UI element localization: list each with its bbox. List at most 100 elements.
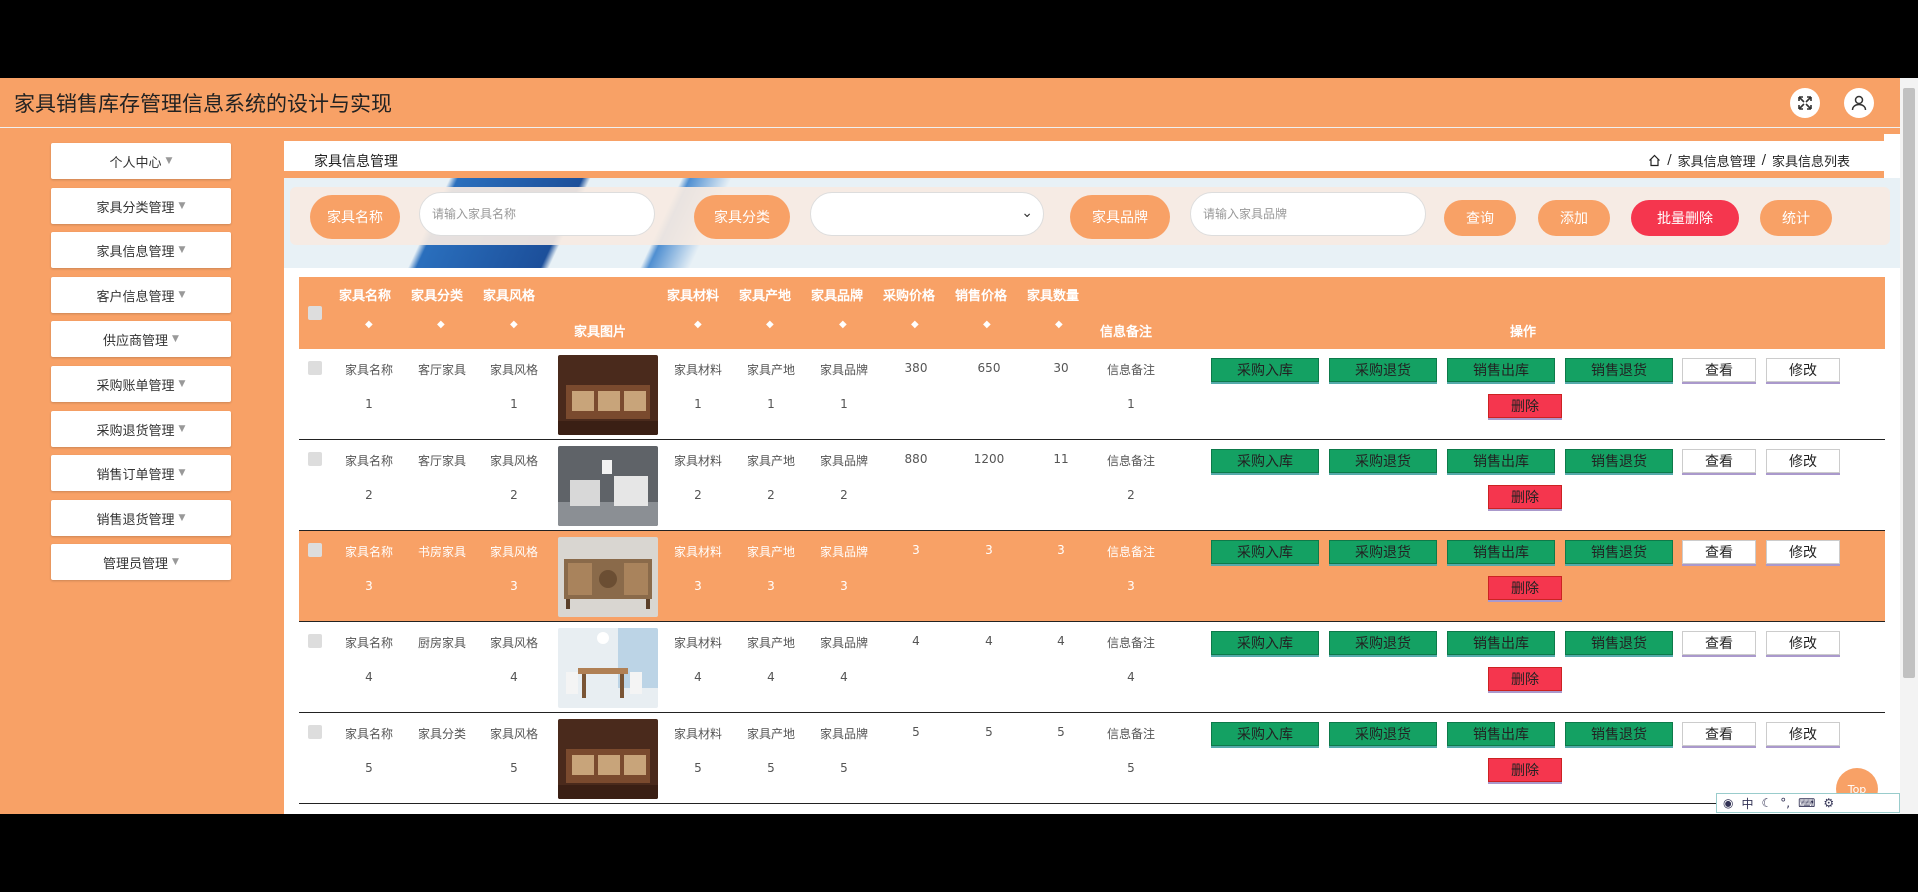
purchase-return-button[interactable]: 采购退货 <box>1329 631 1437 655</box>
breadcrumb: / 家具信息管理 / 家具信息列表 <box>1648 151 1850 170</box>
home-icon[interactable] <box>1648 154 1661 167</box>
purchase-return-button[interactable]: 采购退货 <box>1329 358 1437 382</box>
purchase-in-button[interactable]: 采购入库 <box>1211 358 1319 382</box>
cell-category: 家具分类 <box>417 727 466 741</box>
sort-icon[interactable]: ◆ <box>1055 319 1063 330</box>
chevron-down-icon: ▼ <box>165 156 173 166</box>
cell-brand: 3 <box>840 579 848 593</box>
sort-icon[interactable]: ◆ <box>510 319 518 330</box>
sale-out-button[interactable]: 销售出库 <box>1447 722 1555 746</box>
sale-return-button[interactable]: 销售退货 <box>1565 631 1673 655</box>
view-button[interactable]: 查看 <box>1682 449 1756 473</box>
add-button[interactable]: 添加 <box>1538 200 1610 236</box>
sidebar-item-supplier-management[interactable]: 供应商管理 ▼ <box>51 321 231 357</box>
cell-name: 家具名称 <box>344 545 393 559</box>
sale-return-button[interactable]: 销售退货 <box>1565 540 1673 564</box>
sale-out-button[interactable]: 销售出库 <box>1447 540 1555 564</box>
sale-return-button[interactable]: 销售退货 <box>1565 358 1673 382</box>
sale-out-button[interactable]: 销售出库 <box>1447 631 1555 655</box>
name-search-input[interactable] <box>419 192 655 236</box>
purchase-in-button[interactable]: 采购入库 <box>1211 540 1319 564</box>
table-row: 家具名称 1 客厅家具 家具风格 1 家具材料 1 家具产地 1 家具品牌 1 … <box>299 349 1885 440</box>
header-brand: 家具品牌 <box>811 289 864 304</box>
sidebar-item-furniture-management[interactable]: 家具信息管理 ▼ <box>51 232 231 268</box>
sidebar-item-personal-center[interactable]: 个人中心 ▼ <box>51 143 231 179</box>
fullscreen-button[interactable] <box>1790 88 1820 118</box>
settings-icon[interactable]: ⚙ <box>1823 796 1834 810</box>
edit-button[interactable]: 修改 <box>1766 631 1840 655</box>
cell-material: 2 <box>694 488 702 502</box>
row-checkbox[interactable] <box>308 452 322 466</box>
sidebar-item-purchase-bill-management[interactable]: 采购账单管理 ▼ <box>51 366 231 402</box>
brand-search-input[interactable] <box>1190 192 1426 236</box>
purchase-return-button[interactable]: 采购退货 <box>1329 449 1437 473</box>
cell-sale-price: 3 <box>985 543 993 557</box>
keyboard-icon[interactable]: ⌨ <box>1798 796 1815 810</box>
edit-button[interactable]: 修改 <box>1766 449 1840 473</box>
user-button[interactable] <box>1844 88 1874 118</box>
edit-button[interactable]: 修改 <box>1766 540 1840 564</box>
header-purchase-price: 采购价格 <box>883 289 936 304</box>
cell-style: 3 <box>510 579 518 593</box>
row-checkbox[interactable] <box>308 634 322 648</box>
sidebar-item-admin-management[interactable]: 管理员管理 ▼ <box>51 544 231 580</box>
ime-mode-indicator[interactable]: 中 <box>1741 795 1753 812</box>
breadcrumb-level1[interactable]: 家具信息管理 <box>1678 151 1756 170</box>
cell-style: 1 <box>510 397 518 411</box>
edit-button[interactable]: 修改 <box>1766 358 1840 382</box>
row-checkbox[interactable] <box>308 725 322 739</box>
view-button[interactable]: 查看 <box>1682 540 1756 564</box>
purchase-return-button[interactable]: 采购退货 <box>1329 722 1437 746</box>
punctuation-icon[interactable]: °, <box>1780 796 1790 810</box>
sidebar-item-purchase-return-management[interactable]: 采购退货管理 ▼ <box>51 411 231 447</box>
moon-icon[interactable]: ☾ <box>1762 796 1773 810</box>
row-checkbox[interactable] <box>308 543 322 557</box>
sidebar-item-category-management[interactable]: 家具分类管理 ▼ <box>51 188 231 224</box>
header-name: 家具名称 <box>339 289 392 304</box>
delete-button[interactable]: 删除 <box>1488 394 1562 418</box>
cell-style: 家具风格 <box>489 636 538 650</box>
delete-button[interactable]: 删除 <box>1488 576 1562 600</box>
sort-icon[interactable]: ◆ <box>694 319 702 330</box>
sort-icon[interactable]: ◆ <box>983 319 991 330</box>
sidebar-item-customer-management[interactable]: 客户信息管理 ▼ <box>51 277 231 313</box>
purchase-in-button[interactable]: 采购入库 <box>1211 631 1319 655</box>
view-button[interactable]: 查看 <box>1682 631 1756 655</box>
cell-style: 家具风格 <box>489 727 538 741</box>
purchase-in-button[interactable]: 采购入库 <box>1211 449 1319 473</box>
row-checkbox[interactable] <box>308 361 322 375</box>
sale-return-button[interactable]: 销售退货 <box>1565 449 1673 473</box>
sale-out-button[interactable]: 销售出库 <box>1447 449 1555 473</box>
category-select[interactable]: ⌄ <box>810 192 1044 236</box>
scrollbar-thumb[interactable] <box>1903 88 1915 678</box>
stats-button[interactable]: 统计 <box>1760 200 1832 236</box>
sort-icon[interactable]: ◆ <box>766 319 774 330</box>
delete-button[interactable]: 删除 <box>1488 485 1562 509</box>
cell-brand: 家具品牌 <box>819 727 868 741</box>
cell-purchase-price: 880 <box>904 452 928 466</box>
view-button[interactable]: 查看 <box>1682 358 1756 382</box>
sale-out-button[interactable]: 销售出库 <box>1447 358 1555 382</box>
purchase-return-button[interactable]: 采购退货 <box>1329 540 1437 564</box>
page-scrollbar[interactable] <box>1900 78 1918 814</box>
purchase-in-button[interactable]: 采购入库 <box>1211 722 1319 746</box>
delete-button[interactable]: 删除 <box>1488 758 1562 782</box>
cell-name: 5 <box>365 761 373 775</box>
sidebar-item-sales-order-management[interactable]: 销售订单管理 ▼ <box>51 455 231 491</box>
edit-button[interactable]: 修改 <box>1766 722 1840 746</box>
sort-icon[interactable]: ◆ <box>911 319 919 330</box>
delete-button[interactable]: 删除 <box>1488 667 1562 691</box>
sale-return-button[interactable]: 销售退货 <box>1565 722 1673 746</box>
cell-origin: 家具产地 <box>746 636 795 650</box>
sort-icon[interactable]: ◆ <box>839 319 847 330</box>
cell-style: 家具风格 <box>489 545 538 559</box>
ime-logo-icon[interactable]: ◉ <box>1723 796 1733 810</box>
view-button[interactable]: 查看 <box>1682 722 1756 746</box>
query-button[interactable]: 查询 <box>1444 200 1516 236</box>
sidebar-item-sales-return-management[interactable]: 销售退货管理 ▼ <box>51 500 231 536</box>
cell-name: 家具名称 <box>344 636 393 650</box>
batch-delete-button[interactable]: 批量删除 <box>1631 200 1739 236</box>
select-all-checkbox[interactable] <box>308 306 322 320</box>
sort-icon[interactable]: ◆ <box>437 319 445 330</box>
sort-icon[interactable]: ◆ <box>365 319 373 330</box>
